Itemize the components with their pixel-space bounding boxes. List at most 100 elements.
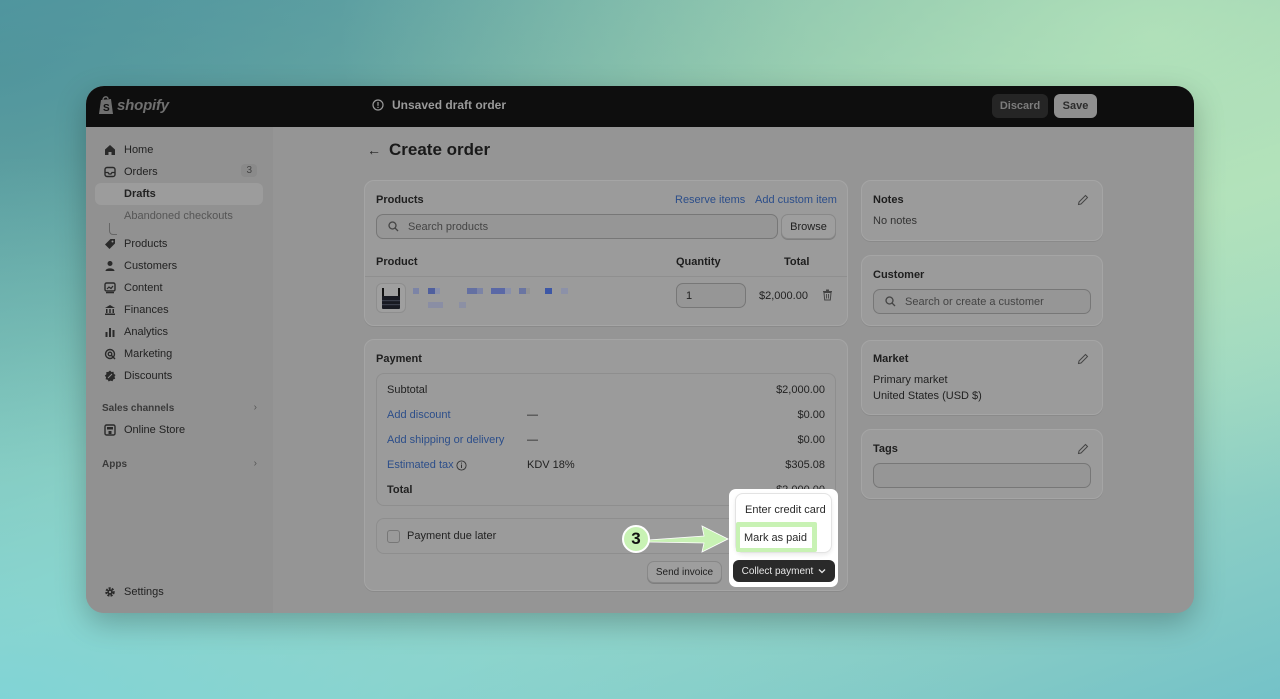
bar-chart-icon bbox=[103, 325, 117, 339]
info-icon[interactable] bbox=[456, 459, 467, 471]
sidebar-item-customers[interactable]: Customers bbox=[95, 255, 263, 277]
sidebar-item-marketing[interactable]: Marketing bbox=[95, 343, 263, 365]
sales-channels-chevron-icon[interactable]: › bbox=[254, 402, 257, 413]
payment-row-detail: — bbox=[527, 434, 538, 446]
payment-row-subtotal: Subtotal $2,000.00 bbox=[387, 384, 825, 400]
column-header-quantity: Quantity bbox=[676, 256, 721, 268]
payment-row-label: Total bbox=[387, 484, 413, 496]
sidebar-item-abandoned-checkouts[interactable]: Abandoned checkouts bbox=[95, 205, 263, 227]
sidebar-item-orders[interactable]: Orders 3 bbox=[95, 161, 263, 183]
sidebar-item-label: Customers bbox=[124, 260, 178, 272]
payment-row-amount: $0.00 bbox=[797, 434, 825, 446]
sidebar-item-label: Home bbox=[124, 144, 154, 156]
alert-circle-icon bbox=[372, 99, 384, 111]
product-image-icon bbox=[382, 288, 400, 309]
sidebar-item-settings[interactable]: Settings bbox=[95, 581, 263, 603]
discount-icon bbox=[103, 369, 117, 383]
product-name-redacted[interactable] bbox=[413, 286, 573, 321]
menu-item-enter-credit-card[interactable]: Enter credit card bbox=[745, 504, 826, 516]
collect-payment-button[interactable]: Collect payment bbox=[733, 560, 835, 582]
payment-row-detail: — bbox=[527, 409, 538, 421]
sidebar-item-products[interactable]: Products bbox=[95, 233, 263, 255]
back-arrow-icon[interactable]: ← bbox=[367, 142, 381, 158]
products-card-title: Products bbox=[376, 194, 424, 206]
sidebar-item-label: Orders bbox=[124, 166, 158, 178]
estimated-tax-link[interactable]: Estimated tax bbox=[387, 459, 454, 471]
person-icon bbox=[103, 259, 117, 273]
sidebar-item-online-store[interactable]: Online Store bbox=[95, 419, 263, 441]
discard-button[interactable]: Discard bbox=[992, 94, 1048, 118]
payment-summary: Subtotal $2,000.00 Add discount — $0.00 … bbox=[376, 373, 836, 506]
search-icon bbox=[388, 221, 399, 232]
customer-search-placeholder: Search or create a customer bbox=[905, 295, 1044, 308]
send-invoice-button[interactable]: Send invoice bbox=[647, 561, 722, 583]
customer-card: Customer Search or create a customer bbox=[861, 255, 1103, 326]
pencil-icon[interactable] bbox=[1077, 443, 1089, 455]
tags-input[interactable] bbox=[873, 463, 1091, 488]
sidebar-item-label: Discounts bbox=[124, 370, 173, 382]
target-icon bbox=[103, 347, 117, 361]
customer-card-title: Customer bbox=[873, 269, 925, 281]
customer-search-input[interactable]: Search or create a customer bbox=[873, 289, 1091, 314]
pencil-icon[interactable] bbox=[1077, 194, 1089, 206]
unsaved-status: Unsaved draft order bbox=[372, 98, 506, 112]
trash-icon[interactable] bbox=[822, 289, 833, 301]
payment-row-label: Subtotal bbox=[387, 384, 428, 396]
payment-row-shipping: Add shipping or delivery — $0.00 bbox=[387, 434, 825, 450]
apps-heading: Apps bbox=[102, 459, 127, 470]
market-card: Market Primary market United States (USD… bbox=[861, 340, 1103, 415]
search-products-input[interactable]: Search products bbox=[376, 214, 778, 239]
store-icon bbox=[103, 423, 117, 437]
column-header-total: Total bbox=[784, 256, 810, 268]
sidebar-item-discounts[interactable]: Discounts bbox=[95, 365, 263, 387]
sidebar-item-analytics[interactable]: Analytics bbox=[95, 321, 263, 343]
pixelated-text bbox=[413, 288, 568, 308]
sidebar-item-label: Content bbox=[124, 282, 163, 294]
market-region: United States (USD $) bbox=[873, 390, 982, 402]
unsaved-status-text: Unsaved draft order bbox=[392, 98, 507, 112]
add-shipping-link[interactable]: Add shipping or delivery bbox=[387, 434, 504, 446]
product-thumbnail bbox=[376, 283, 406, 313]
logo-text: shopify bbox=[117, 96, 169, 114]
page-title: Create order bbox=[389, 140, 491, 159]
estimated-tax-group: Estimated tax bbox=[387, 459, 467, 471]
payment-due-later-checkbox[interactable] bbox=[387, 530, 400, 543]
search-products-placeholder: Search products bbox=[408, 220, 489, 233]
chevron-down-icon bbox=[818, 569, 826, 574]
shopify-bag-icon: S bbox=[99, 96, 113, 114]
payment-row-amount: $2,000.00 bbox=[776, 384, 825, 396]
market-name: Primary market bbox=[873, 374, 948, 386]
sidebar-item-label: Abandoned checkouts bbox=[124, 210, 233, 222]
notes-card-title: Notes bbox=[873, 194, 904, 206]
search-icon bbox=[885, 296, 896, 307]
apps-chevron-icon[interactable]: › bbox=[254, 458, 257, 469]
shopify-logo[interactable]: S shopify bbox=[98, 95, 169, 115]
bank-icon bbox=[103, 303, 117, 317]
pencil-icon[interactable] bbox=[1077, 353, 1089, 365]
add-custom-item-link[interactable]: Add custom item bbox=[755, 194, 837, 206]
sidebar-item-home[interactable]: Home bbox=[95, 139, 263, 161]
sidebar-item-label: Analytics bbox=[124, 326, 169, 338]
reserve-items-link[interactable]: Reserve items bbox=[675, 194, 745, 206]
browse-button[interactable]: Browse bbox=[781, 214, 836, 239]
sales-channels-heading: Sales channels bbox=[102, 403, 175, 414]
sidebar-item-drafts[interactable]: Drafts bbox=[95, 183, 263, 205]
line-item-total: $2,000.00 bbox=[759, 290, 808, 302]
collect-payment-label: Collect payment bbox=[741, 565, 814, 577]
svg-text:S: S bbox=[103, 103, 110, 114]
gear-icon bbox=[103, 585, 117, 599]
save-button[interactable]: Save bbox=[1054, 94, 1097, 118]
sidebar: Home Orders 3 Drafts Abandoned checkouts… bbox=[86, 127, 273, 613]
menu-item-mark-as-paid[interactable]: Mark as paid bbox=[740, 527, 812, 548]
sidebar-item-content[interactable]: Content bbox=[95, 277, 263, 299]
products-card: Products Reserve items Add custom item S… bbox=[364, 180, 848, 326]
quantity-input[interactable]: 1 bbox=[676, 283, 746, 308]
tags-card: Tags bbox=[861, 429, 1103, 499]
market-card-title: Market bbox=[873, 353, 909, 365]
sidebar-item-finances[interactable]: Finances bbox=[95, 299, 263, 321]
orders-count-badge: 3 bbox=[241, 164, 257, 177]
sidebar-item-label: Online Store bbox=[124, 424, 186, 436]
inbox-icon bbox=[103, 165, 117, 179]
home-icon bbox=[103, 143, 117, 157]
add-discount-link[interactable]: Add discount bbox=[387, 409, 451, 421]
